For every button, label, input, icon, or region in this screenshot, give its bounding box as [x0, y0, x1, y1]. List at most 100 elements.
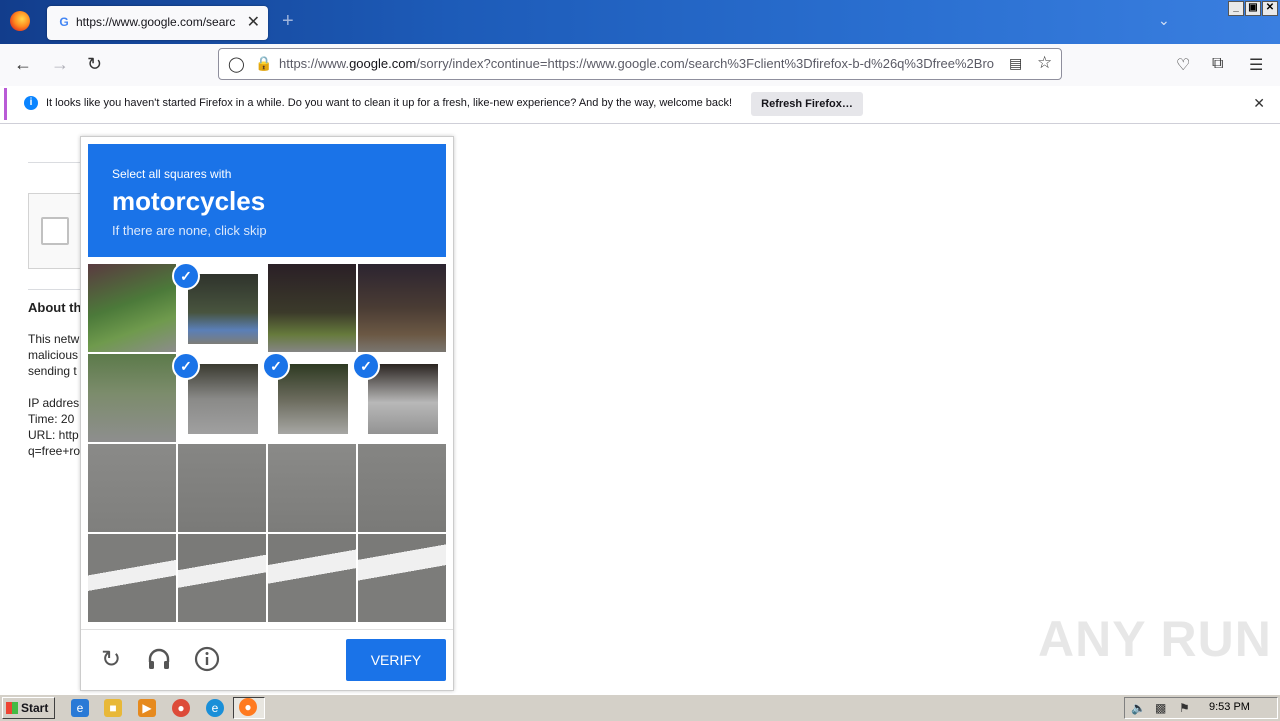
new-tab-button[interactable]: +: [282, 10, 294, 33]
captcha-instruction: Select all squares with: [112, 167, 232, 181]
firefox-logo-icon[interactable]: [10, 11, 30, 31]
back-arrow-icon[interactable]: ←: [14, 54, 32, 75]
tracking-shield-icon[interactable]: ◯: [228, 55, 245, 73]
captcha-tile-image: [178, 534, 266, 622]
chevron-down-icon[interactable]: ⌄: [1158, 12, 1170, 29]
flag-icon[interactable]: ⚑: [1179, 701, 1190, 715]
captcha-tile-image: [88, 444, 176, 532]
restore-button[interactable]: ▣: [1245, 1, 1261, 16]
captcha-tile-image: [178, 444, 266, 532]
captcha-tile-image: [88, 354, 176, 442]
captcha-target-object: motorcycles: [112, 186, 266, 216]
checkmark-icon: ✓: [262, 352, 290, 380]
url-text[interactable]: https://www.google.com/sorry/index?conti…: [279, 56, 999, 71]
start-button[interactable]: Start: [2, 697, 55, 719]
menu-icon[interactable]: ☰: [1249, 55, 1263, 75]
folder-icon[interactable]: ■: [104, 699, 122, 717]
captcha-tile[interactable]: [178, 534, 266, 622]
google-favicon-icon: G: [59, 15, 69, 29]
notification-bar: i It looks like you haven't started Fire…: [4, 88, 1279, 120]
taskbar: Start e ■ ▶ ● e ● 🔈 ▩ ⚑ 9:53 PM: [0, 694, 1280, 721]
media-player-icon[interactable]: ▶: [138, 699, 156, 717]
firefox-icon: ●: [239, 698, 257, 716]
edge-icon[interactable]: e: [206, 699, 224, 717]
captcha-tile[interactable]: [268, 534, 356, 622]
captcha-tile[interactable]: [88, 354, 176, 442]
reload-icon[interactable]: ↻: [87, 54, 102, 75]
captcha-tile-image: [278, 364, 348, 434]
captcha-tile-image: [188, 364, 258, 434]
captcha-tile-image: [358, 534, 446, 622]
watermark: ANY RUN: [1038, 611, 1272, 667]
checkmark-icon: ✓: [172, 352, 200, 380]
captcha-tile-image: [268, 264, 356, 352]
captcha-tile-image: [358, 264, 446, 352]
close-window-button[interactable]: ✕: [1262, 1, 1278, 16]
system-tray: 🔈 ▩ ⚑ 9:53 PM: [1124, 697, 1278, 719]
forward-arrow-icon[interactable]: →: [51, 54, 69, 75]
captcha-image-grid: ✓ ✓ ✓ ✓: [88, 262, 446, 622]
start-label: Start: [21, 701, 49, 715]
notification-message: It looks like you haven't started Firefo…: [46, 97, 733, 109]
captcha-tile-image: [88, 534, 176, 622]
bookmark-star-icon[interactable]: ☆: [1037, 53, 1052, 73]
recaptcha-checkbox[interactable]: [41, 217, 69, 245]
body-text-line: sending t: [28, 364, 77, 378]
captcha-tile[interactable]: [358, 534, 446, 622]
info-text-line: URL: http: [28, 428, 79, 442]
windows-logo-icon: [6, 702, 18, 714]
captcha-tile-image: [368, 364, 438, 434]
title-bar: G https://www.google.com/search?c ✕ + ⌄ …: [0, 0, 1280, 44]
tab-close-icon[interactable]: ✕: [247, 12, 260, 32]
captcha-header: Select all squares with motorcycles If t…: [88, 144, 446, 257]
body-text-line: malicious: [28, 348, 79, 362]
info-text-line: q=free+ro: [28, 444, 81, 458]
reload-challenge-icon[interactable]: ↻: [97, 646, 125, 674]
divider: [28, 162, 88, 163]
info-icon: i: [24, 96, 38, 110]
tab-title: https://www.google.com/search?c: [76, 15, 236, 29]
captcha-tile[interactable]: [178, 444, 266, 532]
close-icon[interactable]: ✕: [1253, 95, 1265, 112]
clock[interactable]: 9:53 PM: [1209, 701, 1250, 713]
internet-explorer-icon[interactable]: e: [71, 699, 89, 717]
pocket-icon[interactable]: ♡: [1176, 55, 1190, 75]
headphones-icon[interactable]: [145, 646, 173, 674]
captcha-tile[interactable]: [88, 264, 176, 352]
info-icon[interactable]: [193, 646, 221, 674]
divider: [28, 289, 88, 290]
captcha-tile[interactable]: [88, 444, 176, 532]
captcha-tile[interactable]: [358, 444, 446, 532]
captcha-tile-image: [268, 534, 356, 622]
browser-tab[interactable]: G https://www.google.com/search?c ✕: [47, 6, 268, 40]
body-text-line: This netw: [28, 332, 80, 346]
captcha-tile-image: [268, 444, 356, 532]
url-bar[interactable]: ◯ 🔒 https://www.google.com/sorry/index?c…: [218, 48, 1062, 80]
captcha-tile-image: [88, 264, 176, 352]
captcha-hint: If there are none, click skip: [112, 223, 267, 238]
network-icon[interactable]: ▩: [1155, 701, 1166, 715]
captcha-tile-image: [188, 274, 258, 344]
checkmark-icon: ✓: [172, 262, 200, 290]
about-heading: About th: [28, 300, 82, 315]
captcha-tile[interactable]: [268, 264, 356, 352]
content-divider: [0, 123, 1280, 124]
volume-icon[interactable]: 🔈: [1131, 701, 1146, 715]
divider: [81, 629, 453, 630]
chrome-icon[interactable]: ●: [172, 699, 190, 717]
info-text-line: Time: 20: [28, 412, 75, 426]
verify-button[interactable]: VERIFY: [346, 639, 446, 681]
minimize-button[interactable]: _: [1228, 1, 1244, 16]
captcha-tile[interactable]: [88, 534, 176, 622]
reader-view-icon[interactable]: ▤: [1009, 55, 1022, 72]
lock-icon[interactable]: 🔒: [255, 55, 272, 72]
captcha-tile[interactable]: [268, 444, 356, 532]
captcha-tile[interactable]: [358, 264, 446, 352]
refresh-firefox-button[interactable]: Refresh Firefox…: [751, 92, 863, 116]
extensions-icon[interactable]: ⧉: [1212, 55, 1223, 73]
firefox-taskbar-button[interactable]: ●: [233, 697, 265, 719]
navigation-bar: ← → ↻ ◯ 🔒 https://www.google.com/sorry/i…: [0, 44, 1280, 86]
captcha-tile-image: [358, 444, 446, 532]
checkmark-icon: ✓: [352, 352, 380, 380]
captcha-challenge: Select all squares with motorcycles If t…: [80, 136, 454, 691]
